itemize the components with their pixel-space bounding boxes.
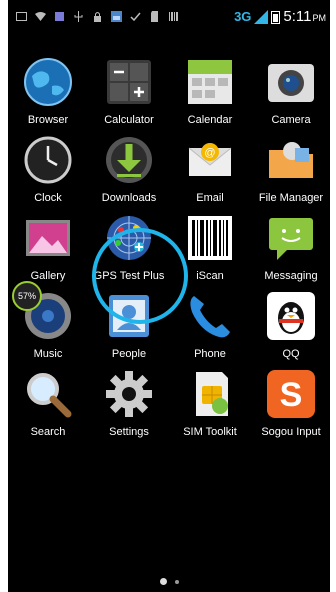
sogou-s-icon: S <box>265 368 317 420</box>
app-search[interactable]: Search <box>8 368 88 446</box>
app-clock[interactable]: Clock <box>8 134 88 212</box>
svg-text:@: @ <box>204 147 215 159</box>
app-messaging[interactable]: Messaging <box>251 212 330 290</box>
app-label: Calendar <box>187 114 233 126</box>
sim-card-icon <box>184 368 236 420</box>
app-browser[interactable]: Browser <box>8 56 88 134</box>
app-label: Music <box>33 348 63 360</box>
barcode-icon <box>184 212 236 264</box>
page-dot <box>174 579 179 584</box>
barcode-notification-icon <box>169 12 178 21</box>
app-downloads[interactable]: Downloads <box>89 134 169 212</box>
app-label: File Manager <box>258 192 324 204</box>
status-bar: 3G 5:11PM <box>8 0 330 36</box>
folder-icon <box>265 134 317 186</box>
app-calendar[interactable]: Calendar <box>170 56 250 134</box>
battery-icon <box>271 10 281 24</box>
chat-bubble-icon <box>265 212 317 264</box>
app-email[interactable]: @ Email <box>170 134 250 212</box>
app-label: Camera <box>271 114 311 126</box>
phone-screen: 3G 5:11PM Browser Calculator Calendar Ca… <box>8 0 330 592</box>
penguin-icon <box>265 290 317 342</box>
app-settings[interactable]: Settings <box>89 368 169 446</box>
network-type: 3G <box>234 9 252 24</box>
app-label: Clock <box>34 192 62 204</box>
download-icon <box>103 134 155 186</box>
app-label: Gallery <box>30 270 66 282</box>
globe-icon <box>22 56 74 108</box>
app-sogou-input[interactable]: S Sogou Input <box>251 368 330 446</box>
gallery-icon <box>22 212 74 264</box>
magnifier-icon <box>22 368 74 420</box>
app-sim-toolkit[interactable]: SIM Toolkit <box>170 368 250 446</box>
selection-highlight-ring <box>92 228 188 324</box>
envelope-icon: @ <box>184 134 236 186</box>
app-phone[interactable]: Phone <box>170 290 250 368</box>
app-file-manager[interactable]: File Manager <box>251 134 330 212</box>
gallery-notification-icon <box>111 11 122 22</box>
floating-memory-badge[interactable]: 57% <box>12 281 42 311</box>
clock-icon <box>22 134 74 186</box>
sd-card-icon <box>151 11 158 22</box>
app-label: Browser <box>27 114 69 126</box>
app-label: QQ <box>282 348 300 360</box>
app-qq[interactable]: QQ <box>251 290 330 368</box>
app-camera[interactable]: Camera <box>251 56 330 134</box>
lock-icon <box>94 12 101 22</box>
app-gallery[interactable]: Gallery <box>8 212 88 290</box>
app-notification-icon <box>55 12 64 21</box>
page-dot-current <box>159 578 167 585</box>
screenshot-notification-icon <box>16 12 27 21</box>
usb-icon <box>74 11 83 22</box>
app-label: iScan <box>196 270 224 282</box>
notification-icons <box>16 11 179 22</box>
app-label: Messaging <box>264 270 318 282</box>
page-indicator <box>8 578 330 585</box>
phone-handset-icon <box>184 290 236 342</box>
clock-time: 5:11PM <box>283 8 326 25</box>
app-label: People <box>111 348 147 360</box>
gear-icon <box>103 368 155 420</box>
status-right: 3G 5:11PM <box>234 8 326 25</box>
svg-text:S: S <box>280 376 303 414</box>
check-icon <box>130 12 141 22</box>
app-label: Phone <box>194 348 226 360</box>
app-label: Search <box>30 426 66 438</box>
app-calculator[interactable]: Calculator <box>89 56 169 134</box>
camera-icon <box>265 56 317 108</box>
app-label: Downloads <box>101 192 157 204</box>
app-label: Settings <box>109 426 149 438</box>
wifi-icon <box>35 12 46 21</box>
app-label: SIM Toolkit <box>183 426 237 438</box>
signal-icon <box>254 9 269 24</box>
app-label: Email <box>196 192 224 204</box>
app-label: Calculator <box>104 114 154 126</box>
calculator-icon <box>103 56 155 108</box>
calendar-icon <box>184 56 236 108</box>
app-label: Sogou Input <box>261 426 321 438</box>
